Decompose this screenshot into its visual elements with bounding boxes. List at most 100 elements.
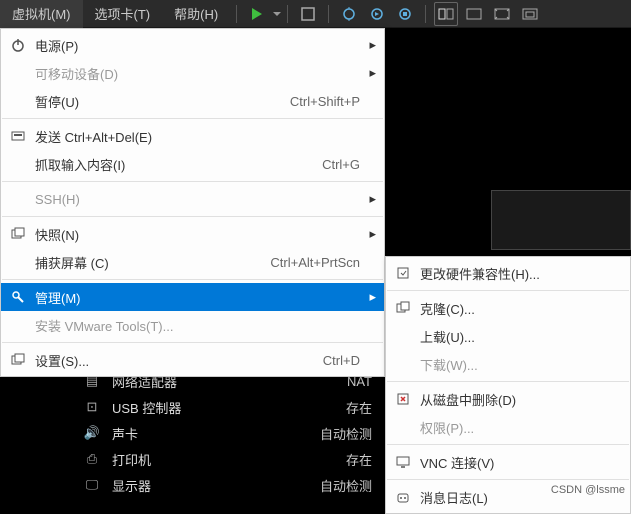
device-row[interactable]: 🔊 声卡 自动检测 bbox=[80, 420, 380, 446]
separator bbox=[287, 5, 288, 23]
hwcompat-icon bbox=[392, 266, 414, 280]
watermark: CSDN @lssme bbox=[551, 484, 625, 496]
menu-item[interactable]: 设置(S)...Ctrl+D bbox=[1, 346, 384, 374]
send-icon bbox=[7, 129, 29, 143]
delete-icon bbox=[392, 392, 414, 406]
view-split-icon[interactable] bbox=[434, 2, 458, 26]
menu-item[interactable]: 管理(M)▸ bbox=[1, 283, 384, 311]
menu-label: 暂停(U) bbox=[29, 92, 290, 111]
manage-submenu: 更改硬件兼容性(H)... 克隆(C)... 上载(U)... 下载(W)... 从磁盘… bbox=[385, 256, 631, 514]
menu-separator bbox=[2, 342, 383, 343]
device-label: 打印机 bbox=[104, 450, 346, 469]
menu-label: 发送 Ctrl+Alt+Del(E) bbox=[29, 127, 364, 146]
menu-label: 管理(M) bbox=[29, 288, 364, 307]
menu-item[interactable]: 权限(P)... bbox=[386, 413, 630, 441]
menu-item[interactable]: 捕获屏幕 (C)Ctrl+Alt+PrtScn bbox=[1, 248, 384, 276]
menu-item[interactable]: 抓取输入内容(I)Ctrl+G bbox=[1, 150, 384, 178]
menu-separator bbox=[387, 381, 629, 382]
snapshot-icon bbox=[7, 227, 29, 241]
submenu-arrow-icon: ▸ bbox=[364, 191, 376, 207]
menu-item[interactable]: VNC 连接(V) bbox=[386, 448, 630, 476]
menu-separator bbox=[2, 118, 383, 119]
view-single-icon[interactable] bbox=[462, 2, 486, 26]
menu-item[interactable]: 下载(W)... bbox=[386, 350, 630, 378]
menu-tabs[interactable]: 选项卡(T) bbox=[83, 0, 163, 28]
printer-icon: ⎙ bbox=[80, 451, 104, 467]
device-value: 自动检测 bbox=[320, 476, 380, 495]
submenu-arrow-icon: ▸ bbox=[364, 65, 376, 81]
menu-separator bbox=[387, 290, 629, 291]
menu-label: 上载(U)... bbox=[414, 327, 610, 346]
vnc-icon bbox=[392, 455, 414, 469]
vm-context-menu: 电源(P)▸可移动设备(D)▸暂停(U)Ctrl+Shift+P发送 Ctrl+… bbox=[0, 28, 385, 377]
submenu-arrow-icon: ▸ bbox=[364, 37, 376, 53]
device-value: 自动检测 bbox=[320, 424, 380, 443]
menu-label: 捕获屏幕 (C) bbox=[29, 253, 270, 272]
fullscreen-icon[interactable] bbox=[490, 2, 514, 26]
settings-icon bbox=[7, 353, 29, 367]
menu-label: SSH(H) bbox=[29, 192, 364, 207]
menu-label: 电源(P) bbox=[29, 36, 364, 55]
toolbar-icon-1[interactable] bbox=[296, 2, 320, 26]
power-icon bbox=[7, 38, 29, 52]
menu-shortcut: Ctrl+G bbox=[322, 157, 364, 172]
menu-item[interactable]: SSH(H)▸ bbox=[1, 185, 384, 213]
menu-item[interactable]: 从磁盘中删除(D) bbox=[386, 385, 630, 413]
menu-vm[interactable]: 虚拟机(M) bbox=[0, 0, 83, 28]
menu-label: 从磁盘中删除(D) bbox=[414, 390, 610, 409]
menu-item[interactable]: 更改硬件兼容性(H)... bbox=[386, 259, 630, 287]
menu-item[interactable]: 上载(U)... bbox=[386, 322, 630, 350]
usb-icon: ⊡ bbox=[80, 399, 104, 415]
device-value: 存在 bbox=[346, 398, 380, 417]
play-button[interactable] bbox=[245, 2, 269, 26]
menu-label: 权限(P)... bbox=[414, 418, 610, 437]
menu-item[interactable]: 安装 VMware Tools(T)... bbox=[1, 311, 384, 339]
snapshot-toolbar-icon[interactable] bbox=[337, 2, 361, 26]
device-row[interactable]: 🖵 显示器 自动检测 bbox=[80, 472, 380, 498]
device-label: USB 控制器 bbox=[104, 398, 346, 417]
menu-label: 可移动设备(D) bbox=[29, 64, 364, 83]
menu-item[interactable]: 暂停(U)Ctrl+Shift+P bbox=[1, 87, 384, 115]
menu-shortcut: Ctrl+D bbox=[323, 353, 364, 368]
clone-icon bbox=[392, 301, 414, 315]
separator bbox=[328, 5, 329, 23]
snapshot-revert-icon[interactable] bbox=[365, 2, 389, 26]
menu-item[interactable]: 克隆(C)... bbox=[386, 294, 630, 322]
menu-item[interactable]: 快照(N)▸ bbox=[1, 220, 384, 248]
menubar: 虚拟机(M) 选项卡(T) 帮助(H) bbox=[0, 0, 631, 28]
menu-separator bbox=[387, 444, 629, 445]
device-value: 存在 bbox=[346, 450, 380, 469]
menu-separator bbox=[387, 479, 629, 480]
menu-label: 快照(N) bbox=[29, 225, 364, 244]
menu-help[interactable]: 帮助(H) bbox=[162, 0, 230, 28]
menu-separator bbox=[2, 216, 383, 217]
snapshot-manager-icon[interactable] bbox=[393, 2, 417, 26]
menu-shortcut: Ctrl+Alt+PrtScn bbox=[270, 255, 364, 270]
menu-label: 更改硬件兼容性(H)... bbox=[414, 264, 610, 283]
device-label: 声卡 bbox=[104, 424, 320, 443]
menu-item[interactable]: 可移动设备(D)▸ bbox=[1, 59, 384, 87]
menu-label: VNC 连接(V) bbox=[414, 453, 610, 472]
menu-item[interactable]: 电源(P)▸ bbox=[1, 31, 384, 59]
menu-separator bbox=[2, 181, 383, 182]
menu-label: 安装 VMware Tools(T)... bbox=[29, 316, 364, 335]
play-dropdown-arrow[interactable] bbox=[273, 12, 281, 16]
menu-label: 克隆(C)... bbox=[414, 299, 610, 318]
submenu-arrow-icon: ▸ bbox=[364, 226, 376, 242]
menu-label: 设置(S)... bbox=[29, 351, 323, 370]
menu-item[interactable]: 发送 Ctrl+Alt+Del(E) bbox=[1, 122, 384, 150]
unity-icon[interactable] bbox=[518, 2, 542, 26]
menu-separator bbox=[2, 279, 383, 280]
submenu-arrow-icon: ▸ bbox=[364, 289, 376, 305]
separator bbox=[425, 5, 426, 23]
device-label: 显示器 bbox=[104, 476, 320, 495]
separator bbox=[236, 5, 237, 23]
menu-label: 下载(W)... bbox=[414, 355, 610, 374]
device-row[interactable]: ⎙ 打印机 存在 bbox=[80, 446, 380, 472]
device-row[interactable]: ⊡ USB 控制器 存在 bbox=[80, 394, 380, 420]
manage-icon bbox=[7, 290, 29, 304]
display-icon: 🖵 bbox=[80, 477, 104, 493]
log-icon bbox=[392, 490, 414, 504]
menu-label: 抓取输入内容(I) bbox=[29, 155, 322, 174]
vm-preview bbox=[491, 190, 631, 250]
